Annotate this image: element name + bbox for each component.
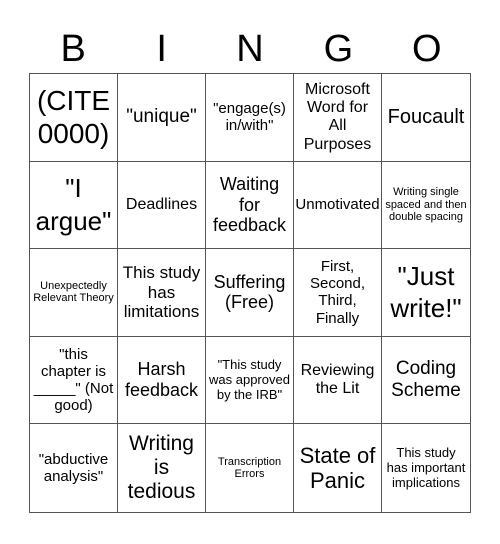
bingo-cell[interactable]: This study has important implications — [382, 424, 470, 512]
header-letter-b: B — [60, 28, 86, 70]
bingo-cell[interactable]: Reviewing the Lit — [294, 336, 382, 425]
bingo-cell[interactable]: "Just write!" — [382, 249, 470, 337]
bingo-cell[interactable]: Unexpectedly Relevant Theory — [30, 249, 118, 337]
bingo-cell[interactable]: "abductive analysis" — [30, 424, 118, 512]
bingo-cell[interactable]: "this chapter is _____" (Not good) — [30, 336, 118, 425]
bingo-cell[interactable]: Coding Scheme — [382, 337, 470, 425]
bingo-cell[interactable]: Transcription Errors — [206, 424, 294, 512]
header-letter-i: I — [156, 28, 167, 70]
bingo-cell[interactable]: Foucault — [382, 74, 470, 162]
bingo-cell[interactable]: Deadlines — [118, 161, 206, 250]
bingo-cell[interactable]: Writing is tedious — [118, 424, 206, 512]
bingo-cell[interactable]: "engage(s) in/with" — [206, 74, 294, 162]
bingo-cell[interactable]: "This study was approved by the IRB" — [206, 336, 294, 425]
bingo-cell[interactable]: Unmotivated — [294, 161, 382, 250]
bingo-cell[interactable]: Suffering (Free) — [206, 249, 294, 337]
bingo-cell[interactable]: Microsoft Word for All Purposes — [294, 74, 382, 162]
bingo-cell[interactable]: "I argue" — [30, 161, 118, 250]
bingo-cell[interactable]: "unique" — [118, 74, 206, 162]
bingo-cell[interactable]: State of Panic — [294, 424, 382, 512]
bingo-cell[interactable]: Writing single spaced and then double sp… — [382, 162, 470, 250]
bingo-cell[interactable]: This study has limitations — [118, 249, 206, 337]
header-letter-n: N — [236, 28, 264, 70]
bingo-cell[interactable]: Waiting for feedback — [206, 161, 294, 250]
bingo-cell[interactable]: Harsh feedback — [118, 336, 206, 425]
bingo-cell[interactable]: (CITE 0000) — [30, 74, 118, 162]
bingo-header: B I N G O — [29, 26, 471, 72]
header-letter-o: O — [412, 28, 442, 70]
header-letter-g: G — [323, 28, 354, 70]
bingo-cell[interactable]: First, Second, Third, Finally — [294, 249, 382, 337]
bingo-grid: (CITE 0000) "unique" "engage(s) in/with"… — [29, 73, 471, 513]
